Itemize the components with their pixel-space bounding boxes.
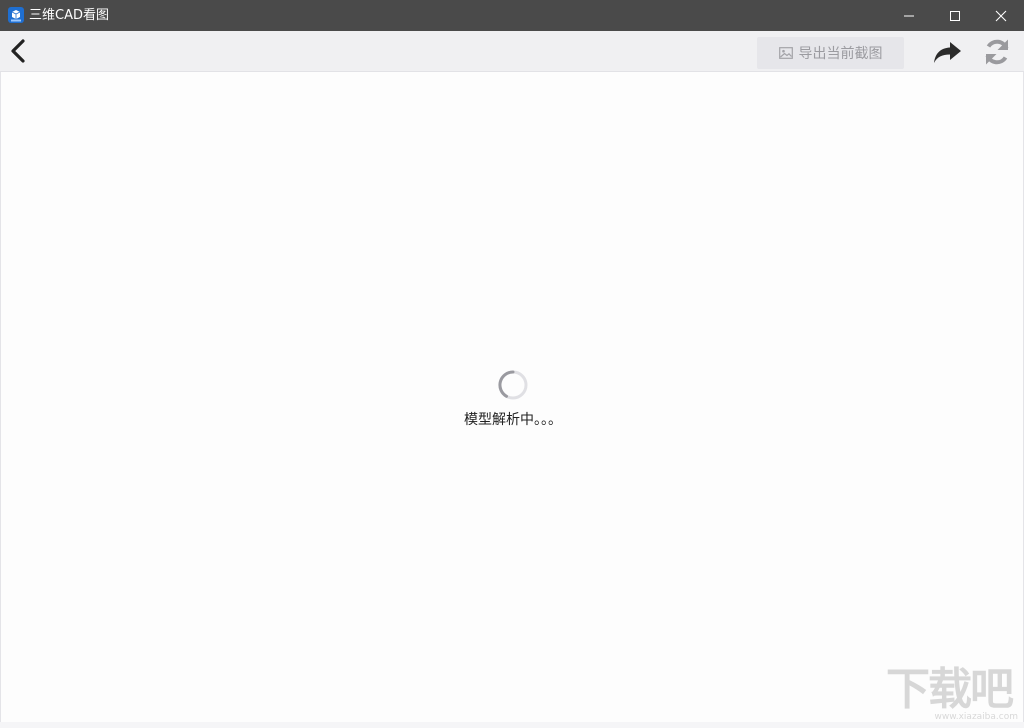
model-viewport[interactable]: 模型解析中。。。 [0, 72, 1024, 723]
toolbar: 导出当前截图 [0, 31, 1024, 72]
close-button[interactable] [978, 0, 1024, 31]
back-button[interactable] [6, 37, 30, 65]
watermark-text: 下载吧 [886, 664, 1014, 715]
watermark-url: www.xiazaiba.com [934, 712, 1018, 722]
status-strip [0, 722, 1024, 728]
maximize-button[interactable] [932, 0, 978, 31]
watermark: 下载吧 www.xiazaiba.com [886, 666, 1020, 724]
app-window: 三维CAD看图 导出当前截图 模型解析中。。。 下载吧 www.xiazaiba… [0, 0, 1024, 728]
loading-spinner-icon [497, 369, 529, 401]
export-screenshot-button[interactable]: 导出当前截图 [757, 37, 904, 69]
refresh-icon [985, 39, 1009, 65]
title-bar: 三维CAD看图 [0, 0, 1024, 31]
chevron-left-icon [11, 39, 25, 63]
app-logo-icon [8, 7, 24, 23]
close-icon [995, 10, 1007, 21]
minimize-icon [904, 15, 914, 16]
maximize-icon [950, 10, 960, 21]
export-screenshot-label: 导出当前截图 [798, 46, 883, 62]
share-button[interactable] [930, 37, 964, 67]
minimize-button[interactable] [886, 0, 932, 31]
loading-status-text: 模型解析中。。。 [464, 412, 562, 428]
refresh-button[interactable] [980, 36, 1014, 68]
share-arrow-icon [934, 42, 961, 63]
window-title: 三维CAD看图 [29, 8, 109, 23]
image-icon [778, 47, 793, 59]
